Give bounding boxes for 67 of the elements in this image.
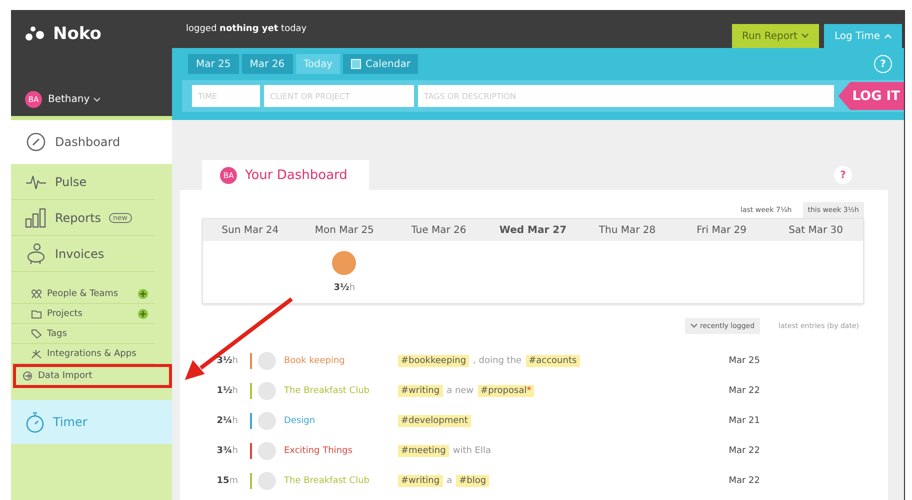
- entry-duration: 15m: [216, 476, 238, 486]
- description-text: a new: [446, 386, 474, 396]
- logo-icon: [25, 26, 47, 42]
- entry-duration: 2¼h: [216, 416, 238, 426]
- folder-icon: [31, 308, 42, 318]
- avatar-placeholder: [258, 412, 276, 430]
- dashboard-title: Your Dashboard: [245, 168, 348, 182]
- tag-icon: [31, 328, 42, 338]
- nav-item[interactable]: Pulse: [11, 164, 154, 200]
- gauge-icon: [25, 132, 47, 152]
- nav-item[interactable]: Invoices: [11, 236, 154, 272]
- status-text: logged nothing yet today: [186, 24, 307, 34]
- stopwatch-icon: [25, 411, 45, 433]
- entry-date: Mar 22: [728, 446, 760, 456]
- day-heading: Sun Mar 24: [203, 219, 298, 241]
- entry-date: Mar 22: [728, 386, 760, 396]
- sub-nav-item[interactable]: Data Import: [13, 364, 172, 388]
- description-text: with Ella: [452, 446, 492, 456]
- tag[interactable]: #proposal*: [478, 385, 534, 397]
- tag[interactable]: #development: [398, 415, 471, 427]
- sub-nav-item[interactable]: Tags: [11, 324, 154, 344]
- entry-date: Mar 21: [728, 416, 760, 426]
- description-text: a: [446, 476, 452, 486]
- entry-duration: 3½h: [216, 356, 238, 366]
- entry-duration: 1½h: [216, 386, 238, 396]
- day-heading: Sat Mar 30: [768, 219, 863, 241]
- tag[interactable]: #bookkeeping: [398, 355, 470, 367]
- brand-name: Noko: [53, 24, 102, 44]
- run-report-button[interactable]: Run Report: [732, 24, 820, 48]
- avatar-placeholder: [258, 472, 276, 490]
- tag[interactable]: #writing: [398, 385, 443, 397]
- tag[interactable]: #meeting: [398, 445, 449, 457]
- day-heading: Fri Mar 29: [674, 219, 769, 241]
- project-name[interactable]: Exciting Things: [284, 446, 390, 456]
- avatar-placeholder: [258, 442, 276, 460]
- tag[interactable]: #accounts: [526, 355, 580, 367]
- caret-icon: [884, 33, 892, 39]
- help-icon[interactable]: ?: [834, 166, 852, 184]
- log-it-button[interactable]: LOG IT: [838, 82, 904, 110]
- avatar-placeholder: [258, 352, 276, 370]
- caret-icon: [801, 33, 810, 39]
- pulse-icon: [25, 174, 47, 190]
- tag[interactable]: #writing: [398, 475, 443, 487]
- user-menu[interactable]: Bethany: [48, 94, 101, 105]
- day-heading: Wed Mar 27: [486, 219, 580, 241]
- connector-icon: [31, 348, 42, 358]
- piggy-bank-icon: [25, 242, 47, 264]
- description-text: , doing the: [473, 356, 522, 366]
- import-icon: [22, 371, 33, 381]
- caret-icon: [690, 323, 698, 329]
- sub-nav-item[interactable]: People & Teams: [11, 284, 154, 304]
- day-hours: 3½h: [334, 283, 356, 293]
- sub-nav-item[interactable]: Integrations & Apps: [11, 344, 154, 364]
- entry-duration: 3¾h: [216, 446, 238, 456]
- caret-icon: [92, 96, 101, 102]
- nav-item[interactable]: Dashboard: [11, 120, 172, 164]
- entry-date: Mar 25: [728, 356, 760, 366]
- entry-date: Mar 22: [728, 476, 760, 486]
- day-heading: Tue Mar 26: [392, 219, 486, 241]
- day-heading: Mon Mar 25: [297, 219, 392, 241]
- avatar-placeholder: [258, 382, 276, 400]
- bar-chart-icon: [25, 208, 47, 228]
- tag[interactable]: #blog: [456, 475, 490, 487]
- calendar-icon: [351, 59, 362, 69]
- people-icon: [31, 288, 42, 298]
- day-heading: Thu Mar 28: [580, 219, 674, 241]
- sub-nav-item[interactable]: Projects: [11, 304, 154, 324]
